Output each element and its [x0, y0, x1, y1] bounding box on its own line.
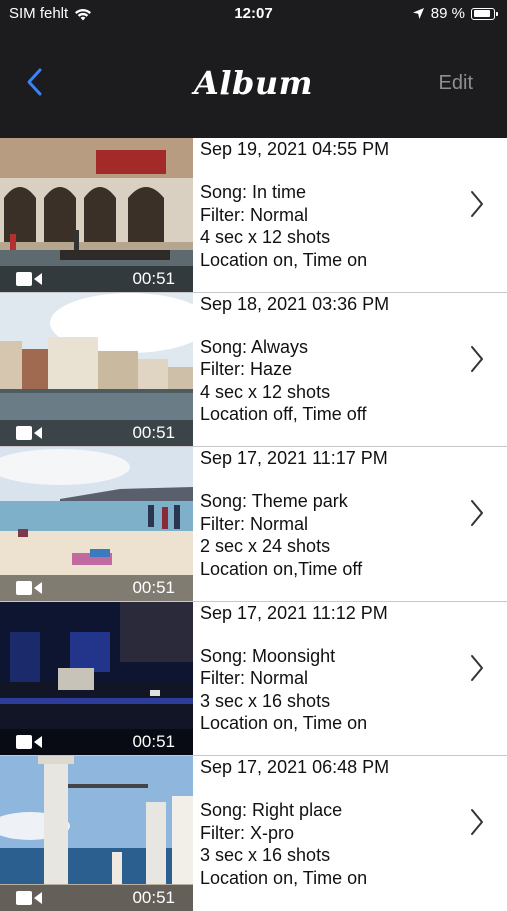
album-row[interactable]: 00:51 Sep 19, 2021 04:55 PM Song: In tim…	[0, 138, 507, 293]
album-song: Song: Always	[200, 336, 309, 357]
album-row[interactable]: 00:51 Sep 17, 2021 06:48 PM Song: Right …	[0, 756, 507, 911]
album-song: Song: In time	[200, 182, 307, 202]
location-arrow-icon	[412, 8, 424, 19]
album-filter: Filter: Haze	[200, 359, 293, 379]
album-location-time: Location on, Time on	[200, 249, 368, 270]
album-date: Sep 17, 2021 11:12 PM	[200, 602, 388, 623]
album-shots: 2 sec x 24 shots	[200, 536, 331, 556]
album-song: Song: Moonsight	[200, 645, 336, 666]
album-location-time: Location on,Time off	[200, 558, 363, 579]
album-filter: Filter: Normal	[200, 204, 309, 225]
video-thumbnail: 00:51	[0, 138, 193, 292]
album-filter: Filter: Normal	[200, 513, 309, 534]
video-thumbnail: 00:51	[0, 447, 193, 601]
thumbnail-overlay-bar: 00:51	[0, 574, 193, 601]
video-thumbnail: 00:51	[0, 756, 193, 911]
page-title: Album	[194, 64, 313, 102]
album-row[interactable]: 00:51 Sep 17, 2021 11:12 PM Song: Moonsi…	[0, 601, 507, 756]
album-row[interactable]: 00:51 Sep 18, 2021 03:36 PM Song: Always…	[0, 292, 507, 447]
battery-fill	[473, 10, 490, 17]
video-duration: 00:51	[132, 268, 175, 288]
album-shots: 3 sec x 16 shots	[200, 845, 331, 865]
album-location-time: Location on, Time on	[200, 713, 368, 733]
video-camera-icon	[16, 580, 42, 595]
album-shots: 4 sec x 12 shots	[200, 227, 331, 247]
video-duration: 00:51	[132, 423, 175, 442]
video-duration: 00:51	[132, 887, 175, 907]
chevron-right-icon	[471, 654, 483, 681]
edit-button[interactable]: Edit	[439, 72, 473, 95]
video-duration: 00:51	[132, 732, 175, 751]
thumbnail-overlay-bar: 00:51	[0, 420, 193, 446]
video-camera-icon	[16, 271, 42, 286]
chevron-right-icon	[471, 500, 483, 526]
video-camera-icon	[16, 735, 42, 749]
video-camera-icon	[16, 890, 42, 905]
album-date: Sep 17, 2021 06:48 PM	[200, 757, 390, 777]
video-camera-icon	[16, 426, 42, 440]
album-location-time: Location on, Time on	[200, 867, 368, 888]
album-date: Sep 18, 2021 03:36 PM	[200, 293, 390, 314]
navigation-bar: Album Edit	[0, 30, 507, 138]
status-bar: SIM fehlt 12:07 89 %	[0, 0, 507, 30]
album-filter: Filter: Normal	[200, 668, 309, 688]
thumbnail-overlay-bar: 00:51	[0, 265, 193, 292]
album-song: Song: Right place	[200, 800, 343, 820]
video-thumbnail: 00:51	[0, 601, 193, 755]
video-duration: 00:51	[132, 577, 175, 597]
battery-percent: 89 %	[430, 5, 465, 22]
battery-icon	[471, 7, 498, 20]
video-thumbnail: 00:51	[0, 292, 193, 446]
album-date: Sep 19, 2021 04:55 PM	[200, 139, 390, 159]
chevron-right-icon	[471, 191, 483, 217]
album-song: Song: Theme park	[200, 491, 348, 511]
thumbnail-overlay-bar: 00:51	[0, 884, 193, 911]
chevron-right-icon	[471, 809, 483, 835]
album-date: Sep 17, 2021 11:17 PM	[200, 448, 388, 468]
album-filter: Filter: X-pro	[200, 822, 295, 843]
chevron-right-icon	[471, 345, 483, 372]
album-row[interactable]: 00:51 Sep 17, 2021 11:17 PM Song: Theme …	[0, 447, 507, 602]
thumbnail-overlay-bar: 00:51	[0, 729, 193, 755]
album-shots: 4 sec x 12 shots	[200, 381, 331, 402]
album-location-time: Location off, Time off	[200, 404, 367, 424]
album-shots: 3 sec x 16 shots	[200, 690, 331, 711]
album-list: 00:51 Sep 19, 2021 04:55 PM Song: In tim…	[0, 138, 507, 911]
status-right: 89 %	[412, 5, 498, 22]
